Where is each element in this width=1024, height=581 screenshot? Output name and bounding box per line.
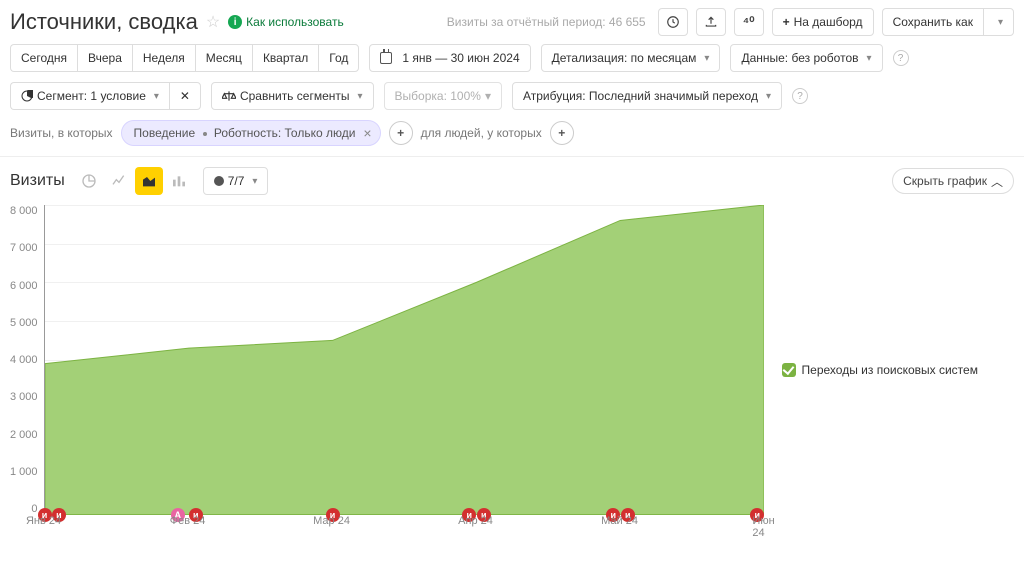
legend-item[interactable]: Переходы из поисковых систем	[782, 363, 978, 377]
y-tick: 2 000	[10, 429, 38, 441]
y-tick: 4 000	[10, 354, 38, 366]
period-year[interactable]: Год	[318, 44, 359, 72]
segment-button[interactable]: Сегмент: 1 условие▾	[10, 82, 169, 110]
attribution-label: Атрибуция: Последний значимый переход	[523, 89, 758, 103]
period-yesterday[interactable]: Вчера	[77, 44, 132, 72]
filter-pill-a: Поведение	[134, 126, 196, 140]
scales-icon	[222, 90, 236, 102]
y-axis: 8 000 7 000 6 000 5 000 4 000 3 000 2 00…	[10, 205, 44, 515]
x-tick: Янв 24	[26, 515, 61, 527]
add-filter-people[interactable]: +	[550, 121, 574, 145]
compare-segments-button[interactable]: Сравнить сегменты▾	[211, 82, 374, 110]
action-button[interactable]: ⁴⁰	[734, 8, 764, 36]
date-range-picker[interactable]: 1 янв — 30 июн 2024	[369, 44, 530, 72]
date-range-label: 1 янв — 30 июн 2024	[402, 51, 519, 65]
help-icon[interactable]: ?	[893, 50, 909, 66]
x-tick: Июн 24	[752, 515, 774, 539]
segment-clear[interactable]: ✕	[169, 82, 201, 110]
add-to-dashboard-label: На дашборд	[794, 15, 863, 29]
how-to-use-label: Как использовать	[246, 15, 344, 29]
x-tick: Май 24	[601, 515, 638, 527]
area-series	[45, 205, 764, 515]
period-today[interactable]: Сегодня	[10, 44, 77, 72]
detail-select[interactable]: Детализация: по месяцам▾	[541, 44, 721, 72]
chart-plot: и и А и и и и и и и	[44, 205, 764, 515]
detail-label: Детализация: по месяцам	[552, 51, 697, 65]
how-to-use-link[interactable]: i Как использовать	[228, 15, 344, 29]
y-tick: 1 000	[10, 466, 38, 478]
chart-legend: Переходы из поисковых систем	[764, 205, 978, 535]
share-button[interactable]	[696, 8, 726, 36]
period-month[interactable]: Месяц	[195, 44, 252, 72]
x-tick: Мар 24	[313, 515, 350, 527]
info-icon: i	[228, 15, 242, 29]
chevron-up-icon: ︿	[991, 173, 1003, 190]
x-tick: Фев 24	[170, 515, 206, 527]
y-tick: 3 000	[10, 391, 38, 403]
chart-title: Визиты	[10, 172, 65, 190]
period-week[interactable]: Неделя	[132, 44, 195, 72]
sample-pill: Выборка: 100%▾	[384, 82, 502, 110]
filter-pill-b: Роботность: Только люди	[214, 126, 356, 140]
legend-label: Переходы из поисковых систем	[802, 363, 978, 377]
view-bar[interactable]	[165, 167, 193, 195]
pie-icon	[21, 90, 33, 102]
y-tick: 7 000	[10, 242, 38, 254]
save-as-button[interactable]: Сохранить как	[882, 8, 983, 36]
x-axis: Янв 24 Фев 24 Мар 24 Апр 24 Май 24 Июн 2…	[44, 515, 764, 535]
series-count-label: 7/7	[228, 174, 245, 188]
calendar-icon	[380, 52, 392, 64]
data-mode-select[interactable]: Данные: без роботов▾	[730, 44, 882, 72]
hide-chart-label: Скрыть график	[903, 174, 987, 188]
legend-checkbox[interactable]	[782, 363, 796, 377]
visits-period-text: Визиты за отчётный период: 46 655	[447, 15, 646, 29]
add-to-dashboard-button[interactable]: + На дашборд	[772, 8, 874, 36]
data-mode-label: Данные: без роботов	[741, 51, 858, 65]
add-filter-visits[interactable]: +	[389, 121, 413, 145]
help-icon-2[interactable]: ?	[792, 88, 808, 104]
filter-suffix: для людей, у которых	[421, 126, 542, 140]
y-tick: 6 000	[10, 280, 38, 292]
compare-segments-label: Сравнить сегменты	[240, 89, 350, 103]
y-tick: 5 000	[10, 317, 38, 329]
save-as-dropdown[interactable]: ▾	[983, 8, 1014, 36]
segment-label: Сегмент: 1 условие	[37, 89, 146, 103]
sample-label: Выборка: 100%	[395, 89, 481, 103]
y-tick: 8 000	[10, 205, 38, 217]
view-line[interactable]	[105, 167, 133, 195]
x-tick: Апр 24	[458, 515, 493, 527]
filter-pill-remove[interactable]: ×	[363, 125, 371, 141]
filter-pill[interactable]: Поведение Роботность: Только люди ×	[121, 120, 381, 146]
attribution-select[interactable]: Атрибуция: Последний значимый переход▾	[512, 82, 782, 110]
refresh-button[interactable]	[658, 8, 688, 36]
hide-chart-button[interactable]: Скрыть график ︿	[892, 168, 1014, 194]
period-quarter[interactable]: Квартал	[252, 44, 318, 72]
view-pie[interactable]	[75, 167, 103, 195]
series-count-button[interactable]: 7/7▾	[203, 167, 269, 195]
filter-prefix: Визиты, в которых	[10, 126, 113, 140]
page-title: Источники, сводка	[10, 9, 198, 35]
view-area[interactable]	[135, 167, 163, 195]
period-preset-group: Сегодня Вчера Неделя Месяц Квартал Год	[10, 44, 359, 72]
bookmark-icon[interactable]: ☆	[206, 12, 220, 32]
